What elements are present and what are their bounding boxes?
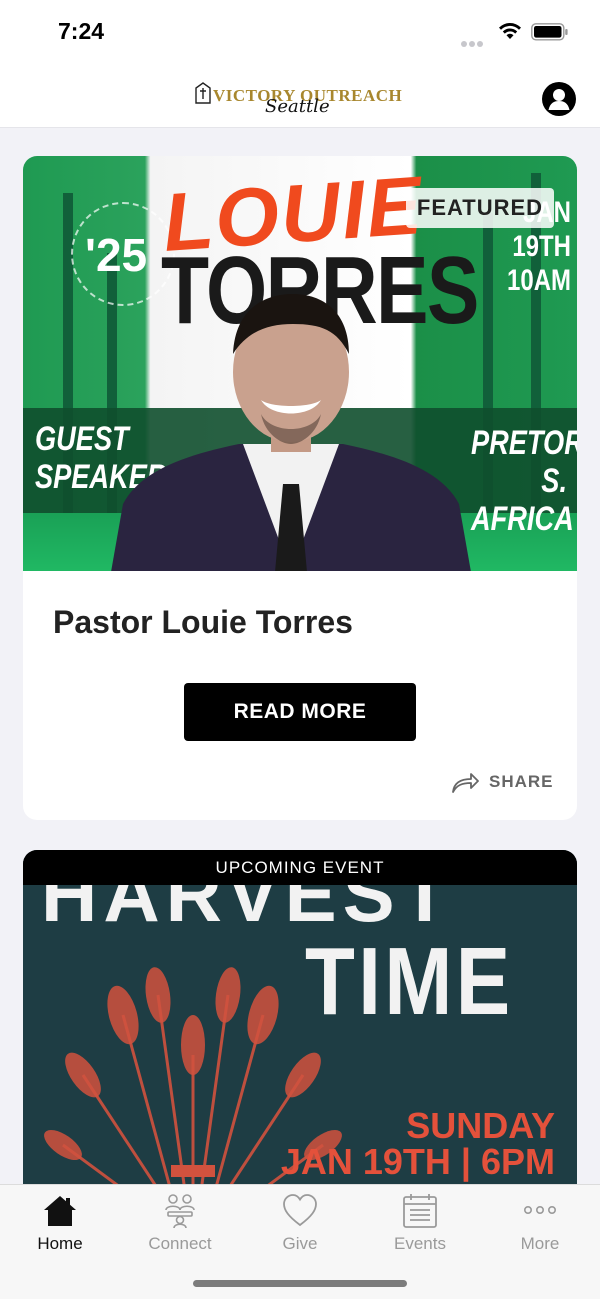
read-more-button[interactable]: READ MORE	[184, 683, 416, 741]
share-icon	[452, 773, 479, 793]
profile-icon[interactable]	[541, 81, 577, 117]
tab-label: Home	[37, 1234, 83, 1253]
tab-more[interactable]: More	[480, 1185, 600, 1265]
tab-give[interactable]: Give	[240, 1185, 360, 1265]
featured-title[interactable]: Pastor Louie Torres	[53, 604, 353, 641]
event-card[interactable]: UPCOMING EVENT HARVEST TIME SUNDAY JAN 1…	[23, 850, 577, 1184]
featured-card[interactable]: '25 LOUIE TORRES JAN 19TH 10AM GUEST SPE…	[23, 156, 577, 820]
tab-events[interactable]: Events	[360, 1185, 480, 1265]
featured-image[interactable]: '25 LOUIE TORRES JAN 19TH 10AM GUEST SPE…	[23, 156, 577, 571]
hero-place-line: S. AFRICA	[471, 462, 574, 538]
share-button[interactable]: SHARE	[451, 767, 554, 797]
hero-place-label: PRETORIA S. AFRICA	[471, 424, 577, 538]
wifi-icon	[499, 23, 521, 39]
home-feed[interactable]: '25 LOUIE TORRES JAN 19TH 10AM GUEST SPE…	[0, 128, 600, 1184]
hero-date-line: 10AM	[507, 264, 572, 297]
status-bar: 7:24	[0, 0, 600, 64]
tab-home[interactable]: Home	[0, 1185, 120, 1265]
calendar-icon	[403, 1194, 437, 1228]
speaker-photo	[111, 294, 471, 571]
hero-place-line: PRETORIA	[471, 424, 577, 462]
app-header: VICTORY OUTREACH Seattle	[0, 64, 600, 128]
tab-label: Give	[282, 1234, 318, 1253]
hero-year: '25	[85, 229, 148, 281]
heart-icon	[283, 1194, 317, 1227]
church-mark-icon	[195, 82, 211, 104]
event-date: JAN 19TH | 6PM	[280, 1141, 555, 1182]
connect-icon	[165, 1194, 195, 1229]
logo-script: Seattle	[265, 96, 330, 117]
tab-bar: Home Connect Give Events More	[0, 1184, 600, 1299]
home-icon	[44, 1196, 76, 1226]
status-time: 7:24	[58, 18, 105, 44]
share-label: SHARE	[489, 772, 554, 791]
tab-connect[interactable]: Connect	[120, 1185, 240, 1265]
app-screen: 7:24 VICTORY OUTREACH Seattle '25 LOUIE …	[0, 0, 600, 1299]
more-icon	[523, 1206, 556, 1215]
tab-label: Events	[394, 1234, 446, 1253]
hero-date-line: 19TH	[512, 230, 571, 263]
battery-icon	[531, 23, 568, 41]
event-title: TIME	[305, 928, 514, 1035]
cellular-signal-icon	[461, 34, 491, 47]
featured-badge: FEATURED	[406, 188, 554, 228]
tab-label: More	[520, 1234, 560, 1253]
event-image[interactable]: HARVEST TIME SUNDAY JAN 19TH | 6PM	[23, 885, 577, 1184]
home-indicator	[193, 1280, 407, 1287]
upcoming-event-ribbon: UPCOMING EVENT	[23, 850, 577, 885]
tab-label: Connect	[148, 1234, 212, 1253]
church-logo[interactable]: VICTORY OUTREACH Seattle	[195, 70, 410, 126]
